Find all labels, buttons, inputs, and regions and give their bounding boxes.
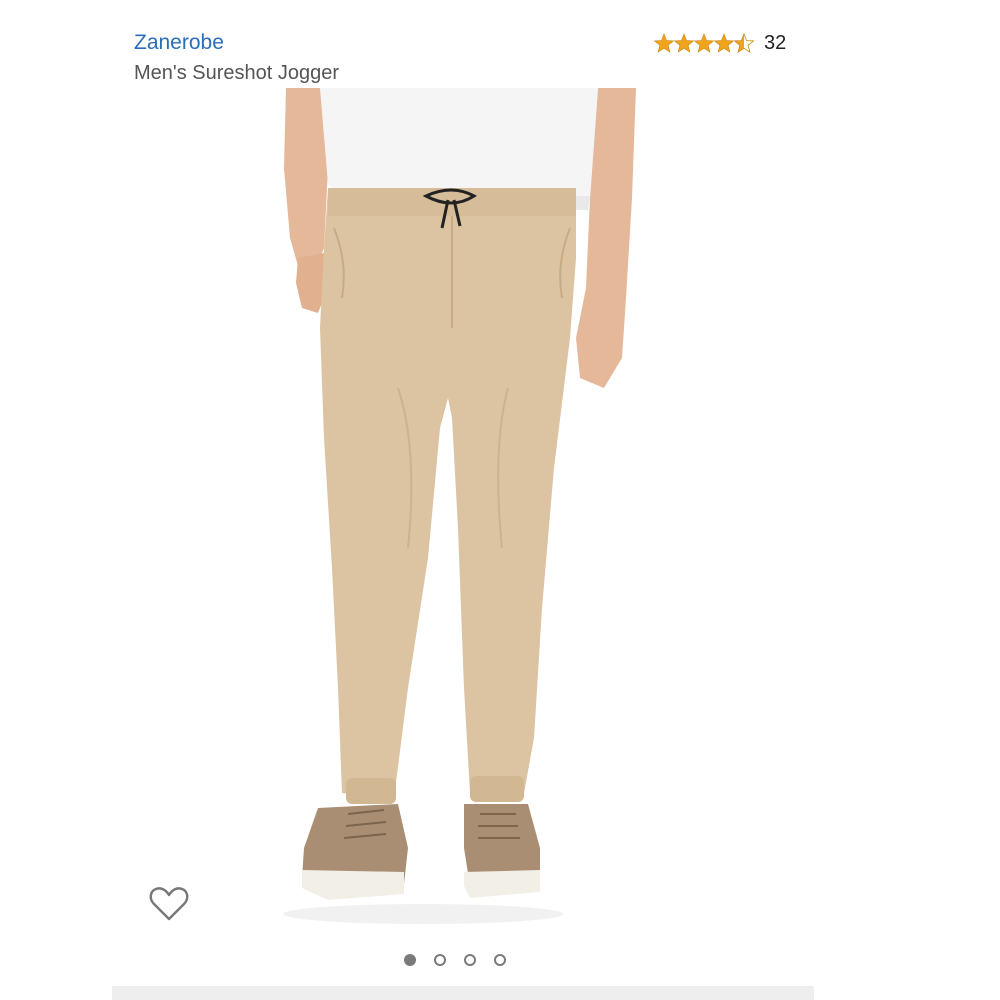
carousel-dot[interactable] <box>494 954 506 966</box>
product-card: Zanerobe Men's Sureshot Jogger 32 <box>0 0 1000 1000</box>
heart-outline-icon <box>149 887 189 921</box>
carousel-dot[interactable] <box>434 954 446 966</box>
product-title: Men's Sureshot Jogger <box>134 62 340 84</box>
wishlist-button[interactable] <box>148 884 190 924</box>
star-rating-icon <box>654 32 756 54</box>
carousel-dot[interactable] <box>404 954 416 966</box>
brand-link[interactable]: Zanerobe <box>134 31 224 55</box>
rating[interactable]: 32 <box>654 30 786 56</box>
product-image[interactable] <box>258 88 658 944</box>
rating-count: 32 <box>764 31 787 54</box>
carousel-dot[interactable] <box>464 954 476 966</box>
carousel-dots <box>404 954 506 966</box>
bottom-divider <box>112 986 814 1000</box>
